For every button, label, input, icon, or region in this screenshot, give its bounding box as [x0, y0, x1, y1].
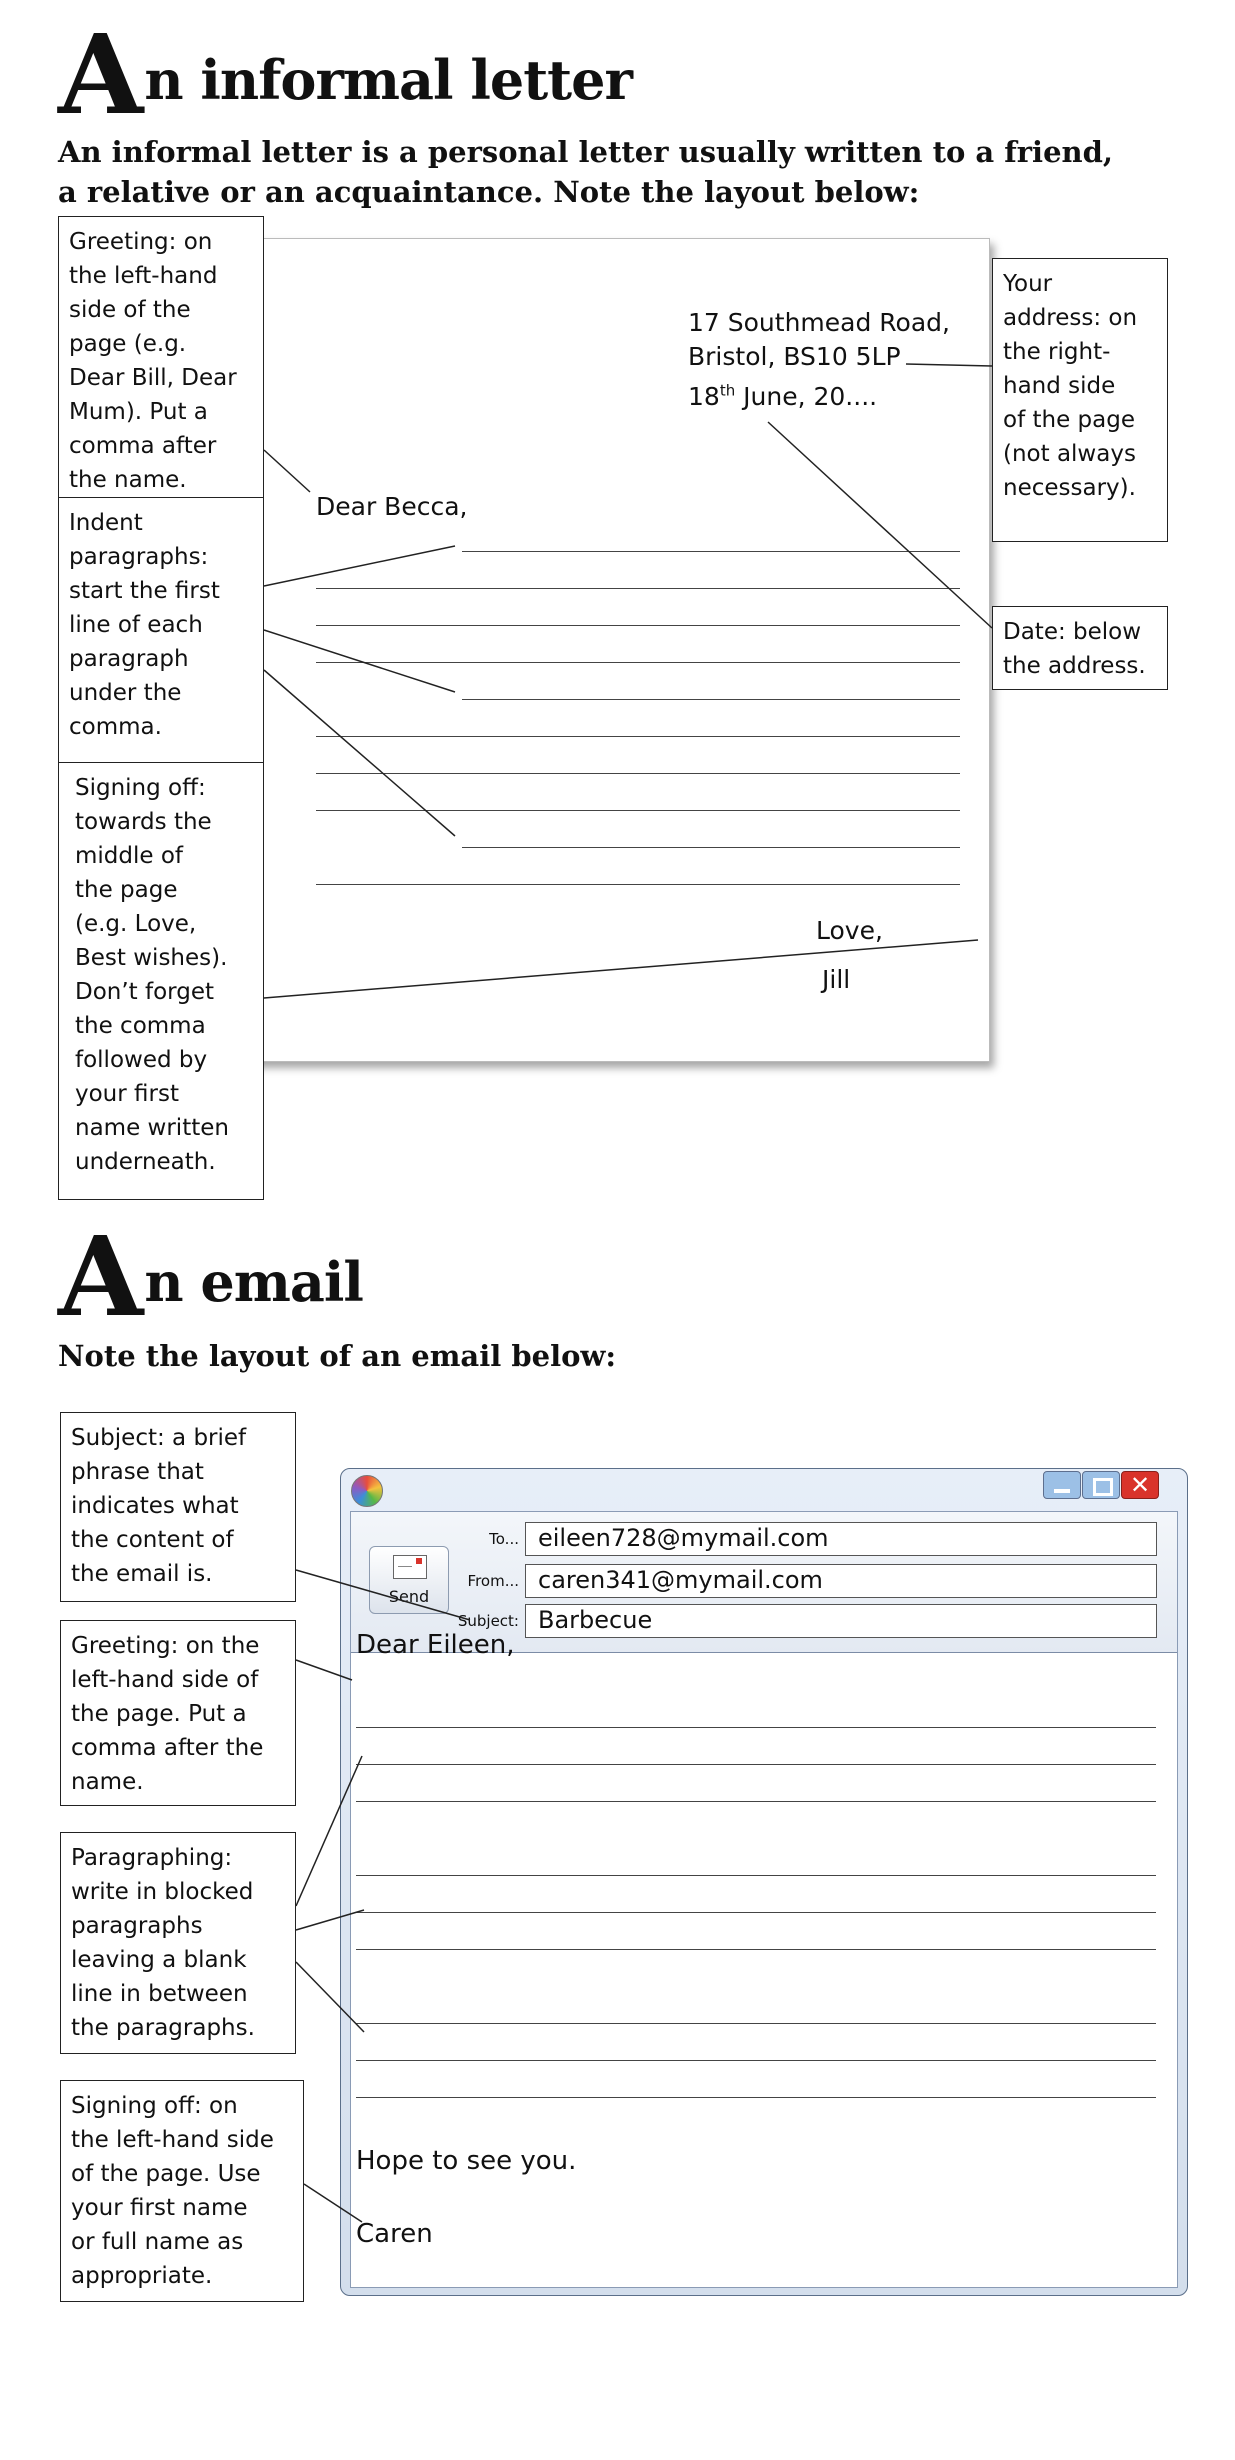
email-rule — [356, 2023, 1156, 2024]
email-rule — [356, 2097, 1156, 2098]
email-rule — [356, 1801, 1156, 1802]
email-greeting: Dear Eileen, — [356, 1630, 515, 1660]
letter-rule — [462, 551, 960, 552]
letter-rule — [316, 588, 960, 589]
to-label: To... — [489, 1530, 519, 1548]
letter-rule — [316, 773, 960, 774]
maximize-icon[interactable] — [1082, 1471, 1120, 1499]
greeting-annotation: Greeting: on the left-hand side of the p… — [58, 216, 264, 498]
to-field[interactable]: eileen728@mymail.com — [525, 1522, 1157, 1556]
letter-greeting: Dear Becca, — [316, 492, 468, 521]
email-heading-initial: A — [58, 1212, 143, 1341]
letter-heading-initial: A — [58, 10, 143, 139]
letter-heading: An informal letter — [58, 20, 633, 130]
email-rule — [356, 1912, 1156, 1913]
address-annotation: Your address: on the right- hand side of… — [992, 258, 1168, 542]
letter-address: 17 Southmead Road, Bristol, BS10 5LP 18t… — [688, 306, 950, 414]
email-intro: Note the layout of an email below: — [58, 1339, 617, 1373]
from-label: From... — [467, 1572, 519, 1590]
send-button[interactable]: Send — [369, 1546, 449, 1614]
address-line-1: 17 Southmead Road, — [688, 308, 950, 337]
email-rule — [356, 1949, 1156, 1950]
app-orb-icon[interactable] — [351, 1475, 383, 1507]
email-heading: An email — [58, 1222, 364, 1332]
email-rule — [356, 1875, 1156, 1876]
email-rule — [356, 1764, 1156, 1765]
letter-rule — [316, 662, 960, 663]
email-closing: Hope to see you. — [356, 2146, 577, 2176]
email-signing-annotation: Signing off: on the left-hand side of th… — [60, 2080, 304, 2302]
address-line-2: Bristol, BS10 5LP — [688, 342, 901, 371]
letter-date: 18th June, 20.... — [688, 382, 878, 412]
close-icon[interactable]: ✕ — [1121, 1471, 1159, 1499]
letter-closing: Love, — [816, 916, 883, 945]
email-greeting-annotation: Greeting: on the left-hand side of the p… — [60, 1620, 296, 1806]
letter-rule — [462, 699, 960, 700]
email-heading-text: n email — [144, 1250, 364, 1314]
send-label: Send — [388, 1587, 430, 1606]
letter-rule — [462, 847, 960, 848]
subject-annotation: Subject: a brief phrase that indicates w… — [60, 1412, 296, 1602]
email-rule — [356, 2060, 1156, 2061]
letter-intro: An informal letter is a personal letter … — [58, 135, 1113, 209]
email-signature: Caren — [356, 2219, 433, 2249]
letter-heading-text: n informal letter — [144, 48, 633, 112]
signing-off-annotation: Signing off: towards the middle of the p… — [58, 762, 264, 1200]
letter-rule — [316, 810, 960, 811]
paragraphing-annotation: Paragraphing: write in blocked paragraph… — [60, 1832, 296, 2054]
subject-field[interactable]: Barbecue — [525, 1604, 1157, 1638]
letter-rule — [316, 884, 960, 885]
letter-rule — [316, 736, 960, 737]
letter-signature: Jill — [822, 965, 851, 994]
indent-annotation: Indent paragraphs: start the first line … — [58, 497, 264, 763]
letter-rule — [316, 625, 960, 626]
from-field[interactable]: caren341@mymail.com — [525, 1564, 1157, 1598]
email-rule — [356, 1727, 1156, 1728]
date-annotation: Date: below the address. — [992, 606, 1168, 690]
envelope-icon — [393, 1555, 427, 1579]
minimize-icon[interactable] — [1043, 1471, 1081, 1499]
